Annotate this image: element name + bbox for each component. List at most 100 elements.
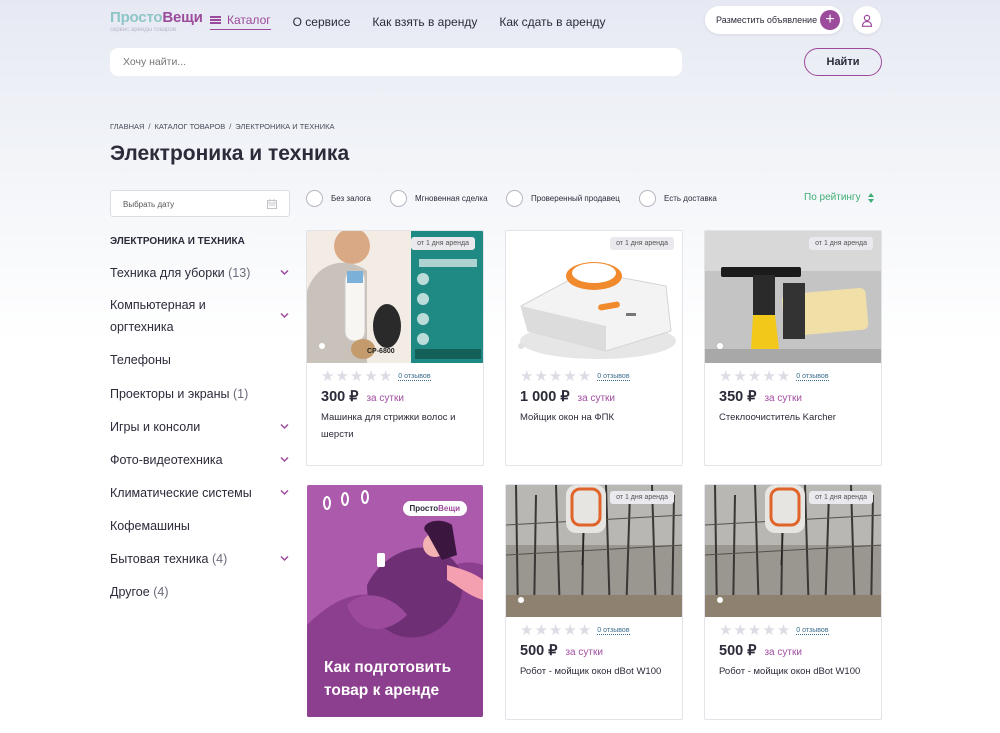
sidebar-item-count: (4) xyxy=(212,552,228,566)
reviews-link[interactable]: 0 отзывов xyxy=(597,627,630,635)
reviews-link[interactable]: 0 отзывов xyxy=(796,373,829,381)
slider-dot[interactable] xyxy=(518,343,524,349)
sidebar-item-other[interactable]: Другое (4) xyxy=(110,581,290,603)
rent-badge: от 1 дня аренда xyxy=(809,237,873,250)
product-title[interactable]: Робот - мойщик окон dBot W100 xyxy=(719,663,867,680)
filter-label: Без залога xyxy=(331,194,371,203)
dbot-robot-image xyxy=(506,485,682,617)
logo-part2: Вещи xyxy=(162,9,203,26)
price-period: за сутки xyxy=(577,393,616,404)
star-icon: ★ xyxy=(762,368,776,385)
star-icon: ★ xyxy=(378,368,393,385)
sidebar-item-appliances[interactable]: Бытовая техника (4) xyxy=(110,548,290,570)
star-icon: ★ xyxy=(520,368,534,385)
radio-button[interactable] xyxy=(639,190,656,207)
chevron-down-icon[interactable] xyxy=(280,269,289,276)
product-title[interactable]: Машинка для стрижки волос и шерсти xyxy=(321,409,469,443)
post-ad-button[interactable]: Разместить объявление + xyxy=(705,6,843,34)
sidebar-item-photo-video[interactable]: Фото-видеотехника xyxy=(110,449,290,471)
sidebar-item-games[interactable]: Игры и консоли xyxy=(110,416,290,438)
radio-button[interactable] xyxy=(390,190,407,207)
breadcrumb-catalog[interactable]: КАТАЛОГ ТОВАРОВ xyxy=(155,122,226,131)
rent-badge: от 1 дня аренда xyxy=(610,491,674,504)
nav-how-lease-link[interactable]: Как сдать в аренду xyxy=(499,15,605,29)
product-title[interactable]: Мойщик окон на ФПК xyxy=(520,409,668,426)
star-icon: ★ xyxy=(719,368,733,385)
radio-button[interactable] xyxy=(306,190,323,207)
promo-logo: ПростоВещи xyxy=(402,501,467,516)
sidebar-item-coffee[interactable]: Кофемашины xyxy=(110,515,290,537)
star-icon: ★ xyxy=(747,622,762,639)
product-image[interactable]: от 1 дня аренда xyxy=(506,231,682,363)
search-button[interactable]: Найти xyxy=(804,48,882,76)
product-card[interactable]: от 1 дня аренда ★ ★ ★ ★ ★ 0 отзывов 350 ₽ за… xyxy=(704,230,882,466)
sort-dropdown[interactable]: По рейтингу xyxy=(804,192,874,203)
logo[interactable]: ПростоВещи сервис аренды товаров xyxy=(110,9,203,33)
filter-label: Мгновенная сделка xyxy=(415,194,488,203)
product-title[interactable]: Стеклоочиститель Karcher xyxy=(719,409,867,426)
sidebar-item-climate[interactable]: Климатические системы xyxy=(110,482,290,504)
nav-catalog-link[interactable]: Каталог xyxy=(210,13,271,30)
sidebar-item-label: Бытовая техника xyxy=(110,552,209,566)
product-card[interactable]: от 1 дня аренда ★ ★ ★ ★ ★ 0 отзывов 500 ₽ за… xyxy=(505,484,683,720)
karcher-vacuum-image xyxy=(705,231,881,363)
star-icon: ★ xyxy=(520,622,534,639)
sidebar-item-count: (1) xyxy=(232,387,249,401)
page-title: Электроника и техника xyxy=(110,142,350,165)
filter-verified-seller[interactable]: Проверенный продавец xyxy=(506,190,620,207)
dbot-robot-image xyxy=(705,485,881,617)
radio-button[interactable] xyxy=(506,190,523,207)
sidebar-item-cleaning[interactable]: Техника для уборки (13) xyxy=(110,262,290,284)
sidebar-item-projectors[interactable]: Проекторы и экраны (1) xyxy=(110,383,290,405)
chevron-down-icon[interactable] xyxy=(280,423,289,430)
date-picker[interactable]: Выбрать дату xyxy=(110,190,290,217)
reviews-link[interactable]: 0 отзывов xyxy=(597,373,630,381)
rating: ★ ★ ★ ★ ★ 0 отзывов xyxy=(520,623,668,638)
main-nav: Каталог О сервисе Как взять в аренду Как… xyxy=(210,13,627,30)
price: 500 ₽ xyxy=(520,643,558,659)
star-icon: ★ xyxy=(733,368,747,385)
filter-no-deposit[interactable]: Без залога xyxy=(306,190,371,207)
slider-dot[interactable] xyxy=(319,343,325,349)
filter-instant-deal[interactable]: Мгновенная сделка xyxy=(390,190,488,207)
logo-tagline: сервис аренды товаров xyxy=(110,27,177,33)
sidebar-item-phones[interactable]: Телефоны xyxy=(110,349,290,371)
nav-catalog-label: Каталог xyxy=(227,13,271,27)
slider-dot[interactable] xyxy=(717,597,723,603)
star-icon: ★ xyxy=(563,622,577,639)
nav-how-rent-link[interactable]: Как взять в аренду xyxy=(372,15,477,29)
nav-about-link[interactable]: О сервисе xyxy=(293,15,351,29)
product-card[interactable]: от 1 дня аренда ★ ★ ★ ★ ★ 0 отзывов 1 000 ₽ … xyxy=(505,230,683,466)
product-image[interactable]: от 1 дня аренда xyxy=(705,485,881,617)
user-profile-button[interactable] xyxy=(853,6,881,34)
product-image[interactable]: от 1 дня аренда xyxy=(506,485,682,617)
star-icon: ★ xyxy=(548,368,563,385)
reviews-link[interactable]: 0 отзывов xyxy=(398,373,431,381)
chevron-down-icon[interactable] xyxy=(280,555,289,562)
star-icon: ★ xyxy=(321,368,335,385)
chevron-down-icon[interactable] xyxy=(280,456,289,463)
star-icon: ★ xyxy=(534,622,548,639)
chevron-down-icon[interactable] xyxy=(280,312,289,319)
slider-dot[interactable] xyxy=(518,597,524,603)
slider-dot[interactable] xyxy=(717,343,723,349)
rating: ★ ★ ★ ★ ★ 0 отзывов xyxy=(719,623,867,638)
breadcrumb-home[interactable]: ГЛАВНАЯ xyxy=(110,122,144,131)
promo-banner[interactable]: ПростоВещи Как подготовить товар к аренд… xyxy=(307,485,483,717)
search-input[interactable] xyxy=(110,48,682,76)
breadcrumb-current: ЭЛЕКТРОНИКА И ТЕХНИКА xyxy=(235,122,335,131)
rating: ★ ★ ★ ★ ★ 0 отзывов xyxy=(719,369,867,384)
product-card[interactable]: от 1 дня аренда ★ ★ ★ ★ ★ 0 отзывов 500 ₽ за… xyxy=(704,484,882,720)
product-image[interactable]: от 1 дня аренда xyxy=(705,231,881,363)
reviews-link[interactable]: 0 отзывов xyxy=(796,627,829,635)
product-title[interactable]: Робот - мойщик окон dBot W100 xyxy=(520,663,668,680)
sidebar-item-label: Техника для уборки xyxy=(110,266,225,280)
filter-delivery[interactable]: Есть доставка xyxy=(639,190,717,207)
price: 1 000 ₽ xyxy=(520,389,570,405)
sidebar-item-computers[interactable]: Компьютерная и оргтехника xyxy=(110,294,290,338)
star-icon: ★ xyxy=(534,368,548,385)
product-image[interactable]: CP-6800 от 1 дня аренда xyxy=(307,231,483,363)
chevron-down-icon[interactable] xyxy=(280,489,289,496)
product-card[interactable]: CP-6800 от 1 дня аренда ★ ★ ★ ★ ★ 0 отзывов … xyxy=(306,230,484,466)
rent-badge: от 1 дня аренда xyxy=(411,237,475,250)
